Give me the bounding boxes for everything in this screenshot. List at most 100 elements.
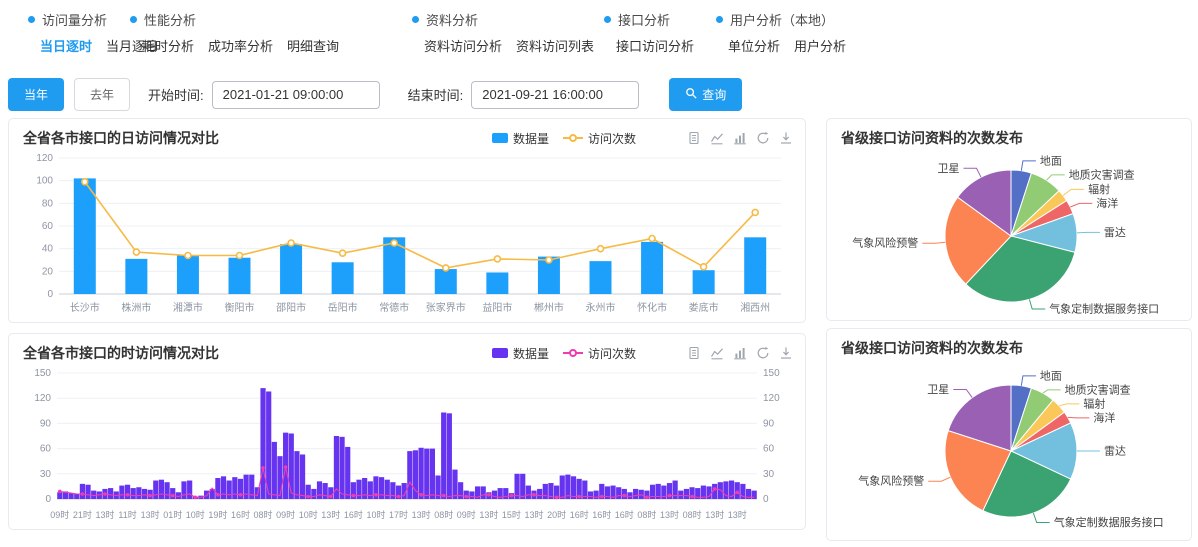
pie-chart-2-title: 省级接口访问资料的次数发布 <box>841 338 1179 358</box>
hourly-chart-legend: 数据量访问次数 <box>478 345 636 362</box>
nav-group: 接口分析接口访问分析 <box>604 10 708 56</box>
svg-text:13时: 13时 <box>141 509 160 520</box>
svg-text:09时: 09时 <box>276 509 295 520</box>
legend-item[interactable]: 访问次数 <box>563 130 636 147</box>
legend-label: 访问次数 <box>588 130 636 147</box>
svg-text:16时: 16时 <box>231 509 250 520</box>
legend-item[interactable]: 访问次数 <box>563 345 636 362</box>
data-view-icon[interactable] <box>687 131 701 145</box>
svg-text:益阳市: 益阳市 <box>482 301 512 314</box>
svg-text:13时: 13时 <box>524 509 543 520</box>
pie-card-2-header: 省级接口访问资料的次数发布 <box>827 329 1191 360</box>
nav-group-title: 资料分析 <box>412 10 608 29</box>
svg-text:13时: 13时 <box>728 509 747 520</box>
svg-text:80: 80 <box>42 198 54 209</box>
svg-text:湘西州: 湘西州 <box>740 301 770 314</box>
start-time-input[interactable] <box>212 81 380 109</box>
svg-text:衡阳市: 衡阳市 <box>225 301 255 314</box>
svg-text:13时: 13时 <box>660 509 679 520</box>
nav-group-links: 接口访问分析 <box>616 36 708 56</box>
svg-text:120: 120 <box>763 393 780 404</box>
nav-item[interactable]: 用户分析 <box>794 39 846 54</box>
filter-bar: 当年 去年 开始时间: 结束时间: 查询 <box>8 78 742 111</box>
svg-text:海洋: 海洋 <box>1096 196 1118 210</box>
last-year-button[interactable]: 去年 <box>74 78 130 111</box>
svg-text:60: 60 <box>42 221 54 232</box>
svg-text:地质灾害调查: 地质灾害调查 <box>1069 167 1135 181</box>
svg-text:0: 0 <box>45 494 51 505</box>
dashboard-page: 访问量分析当日逐时当月逐日性能分析耗时分析成功率分析明细查询资料分析资料访问分析… <box>0 0 1198 547</box>
svg-text:张家界市: 张家界市 <box>426 301 466 314</box>
nav-item[interactable]: 单位分析 <box>728 39 780 54</box>
svg-text:09时: 09时 <box>457 509 476 520</box>
line-chart-icon[interactable] <box>710 346 724 360</box>
svg-text:08时: 08时 <box>637 509 656 520</box>
svg-text:13时: 13时 <box>705 509 724 520</box>
line-chart-icon[interactable] <box>710 131 724 145</box>
svg-text:01时: 01时 <box>163 509 182 520</box>
svg-text:19时: 19时 <box>208 509 227 520</box>
search-icon <box>685 87 702 103</box>
nav-item[interactable]: 耗时分析 <box>142 39 194 54</box>
svg-text:湘潭市: 湘潭市 <box>173 301 203 314</box>
legend-line-swatch <box>563 348 583 358</box>
svg-text:卫星: 卫星 <box>938 162 960 175</box>
svg-text:17时: 17时 <box>389 509 408 520</box>
nav-group-links: 单位分析用户分析 <box>728 36 860 56</box>
svg-text:气象定制数据服务接口: 气象定制数据服务接口 <box>1049 302 1159 316</box>
start-time-label: 开始时间: <box>148 85 204 104</box>
svg-text:120: 120 <box>36 153 53 164</box>
query-button-label: 查询 <box>702 86 726 103</box>
bar-chart-icon[interactable] <box>733 346 747 360</box>
nav-item[interactable]: 资料访问分析 <box>424 39 502 54</box>
nav-item[interactable]: 资料访问列表 <box>516 39 594 54</box>
daily-chart-card: 全省各市接口的日访问情况对比 数据量访问次数 020406080100120长沙… <box>8 118 806 323</box>
svg-text:郴州市: 郴州市 <box>534 301 564 314</box>
svg-text:海洋: 海洋 <box>1093 410 1115 424</box>
restore-icon[interactable] <box>756 131 770 145</box>
chart-toolbox <box>678 131 793 145</box>
svg-text:60: 60 <box>763 444 775 455</box>
svg-text:0: 0 <box>763 494 769 505</box>
svg-text:90: 90 <box>763 418 775 429</box>
end-time-label: 结束时间: <box>408 85 464 104</box>
bullet-icon <box>412 16 419 23</box>
this-year-button[interactable]: 当年 <box>8 78 64 111</box>
restore-icon[interactable] <box>756 346 770 360</box>
svg-text:卫星: 卫星 <box>927 383 949 396</box>
svg-text:15时: 15时 <box>502 509 521 520</box>
nav-item[interactable]: 成功率分析 <box>208 39 273 54</box>
svg-text:13时: 13时 <box>412 509 431 520</box>
end-time-input[interactable] <box>471 81 639 109</box>
nav-group-links: 资料访问分析资料访问列表 <box>424 36 608 56</box>
svg-text:娄底市: 娄底市 <box>689 301 719 314</box>
nav-item[interactable]: 明细查询 <box>287 39 339 54</box>
legend-label: 数据量 <box>513 130 549 147</box>
svg-text:30: 30 <box>763 469 775 480</box>
download-icon[interactable] <box>779 131 793 145</box>
svg-text:20: 20 <box>42 266 54 277</box>
query-button[interactable]: 查询 <box>669 78 742 111</box>
nav-group-links: 耗时分析成功率分析明细查询 <box>142 36 353 56</box>
legend-bar-swatch <box>492 348 508 358</box>
hourly-chart-card: 全省各市接口的时访问情况对比 数据量访问次数 00303060609090120… <box>8 333 806 530</box>
chart-toolbox <box>678 346 793 360</box>
data-view-icon[interactable] <box>687 346 701 360</box>
svg-text:30: 30 <box>40 469 52 480</box>
nav-group-title: 接口分析 <box>604 10 708 29</box>
svg-text:13时: 13时 <box>95 509 114 520</box>
nav-group: 资料分析资料访问分析资料访问列表 <box>412 10 608 56</box>
download-icon[interactable] <box>779 346 793 360</box>
daily-chart: 020406080100120长沙市株洲市湘潭市衡阳市邵阳市岳阳市常德市张家界市… <box>17 150 797 318</box>
bullet-icon <box>716 16 723 23</box>
nav-item[interactable]: 接口访问分析 <box>616 39 694 54</box>
svg-text:20时: 20时 <box>547 509 566 520</box>
nav-item[interactable]: 当日逐时 <box>40 39 92 54</box>
svg-text:地面: 地面 <box>1040 154 1062 167</box>
pie-card-1: 省级接口访问资料的次数发布 地面地质灾害调查辐射海洋雷达气象定制数据服务接口气象… <box>826 118 1192 321</box>
svg-text:辐射: 辐射 <box>1088 182 1110 196</box>
legend-item[interactable]: 数据量 <box>492 345 549 362</box>
bar-chart-icon[interactable] <box>733 131 747 145</box>
legend-item[interactable]: 数据量 <box>492 130 549 147</box>
svg-text:120: 120 <box>34 393 51 404</box>
